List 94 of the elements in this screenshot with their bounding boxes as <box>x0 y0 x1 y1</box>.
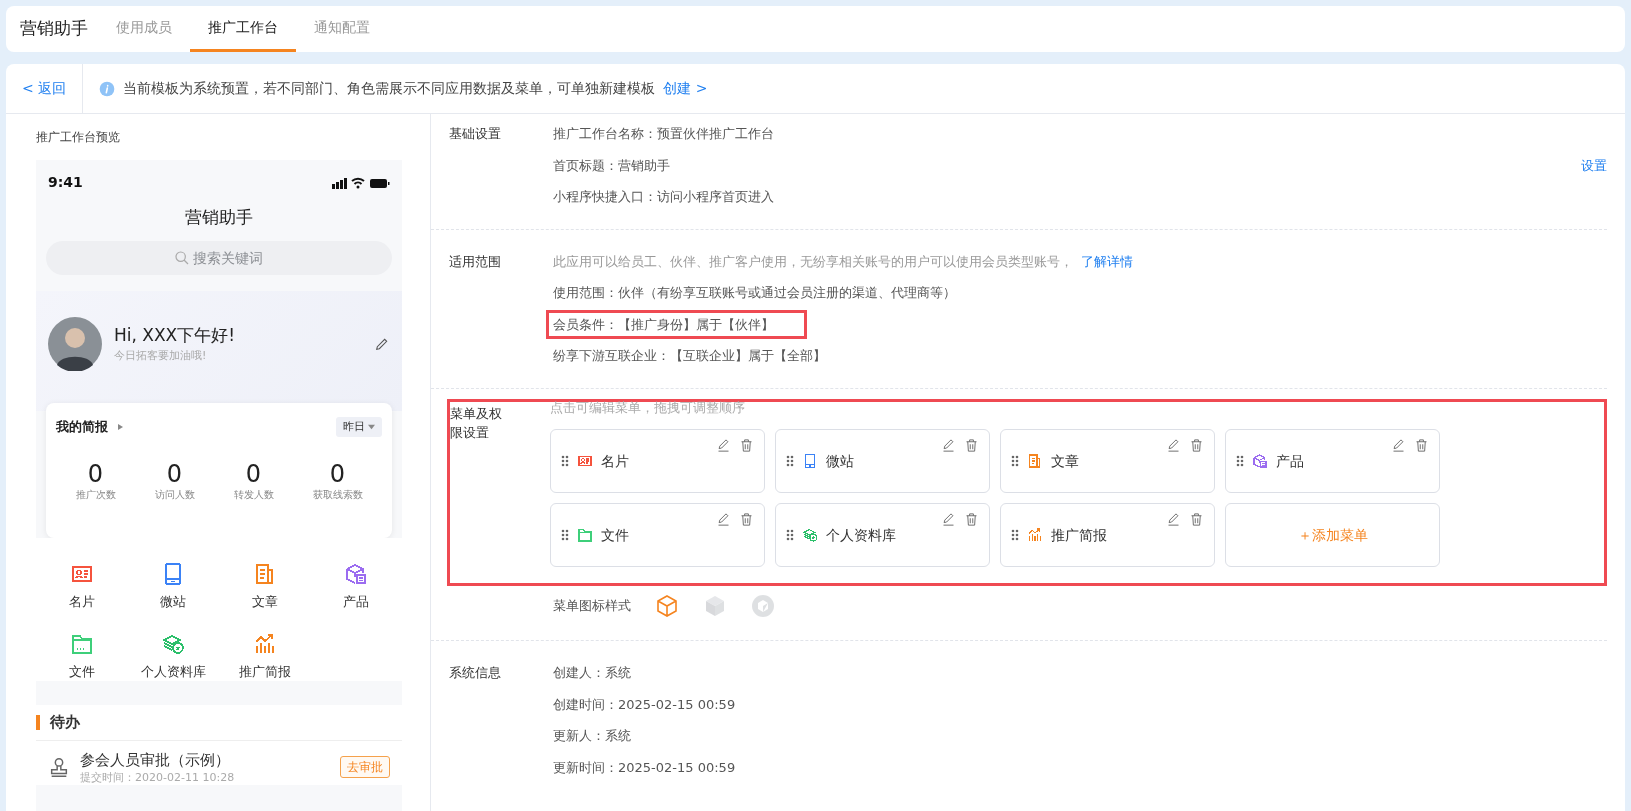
greeting-text: Hi, XXX下午好! <box>114 323 237 347</box>
stamp-icon <box>48 755 70 778</box>
menu-label: 文件 <box>68 662 95 681</box>
drag-handle-icon <box>1011 455 1019 467</box>
back-link[interactable]: < 返回 <box>6 64 84 113</box>
settings-link[interactable]: 设置 <box>1581 155 1607 175</box>
menu-card[interactable]: 微站 <box>775 429 990 493</box>
section-title: 基础设置 <box>449 125 502 143</box>
stat-label: 获取线索数 <box>312 488 363 503</box>
menu-card[interactable]: 产品 <box>1225 429 1440 493</box>
info-icon <box>99 80 116 97</box>
section-title: 适用范围 <box>449 252 502 271</box>
menu-card[interactable]: 名片 <box>550 429 765 493</box>
stat-label: 推广次数 <box>75 488 116 503</box>
menu-card-label: 文章 <box>1051 451 1079 471</box>
trash-icon[interactable] <box>1414 438 1429 453</box>
setting-text: 小程序快捷入口：访问小程序首页进入 <box>553 188 774 206</box>
app-title: 营销助手 <box>20 17 88 41</box>
info-text: 创建时间：2025-02-15 00:59 <box>553 695 737 714</box>
avatar <box>48 316 102 371</box>
trash-icon[interactable] <box>739 512 754 527</box>
stat-value: 0 <box>86 461 105 488</box>
notice-text: 当前模板为系统预置，若不同部门、角色需展示不同应用数据及菜单，可单独新建模板 <box>123 79 656 98</box>
trash-icon[interactable] <box>964 438 979 453</box>
menu-card[interactable]: 个人资料库 <box>775 503 990 567</box>
period-dropdown[interactable]: 昨日 <box>335 416 382 437</box>
stat-value: 0 <box>165 461 184 488</box>
scope-hint: 此应用可以给员工、伙伴、推广客户使用，无纷享相关账号的用户可以使用会员类型账号， <box>553 253 1073 269</box>
create-link[interactable]: 创建 > <box>663 78 708 99</box>
trash-icon[interactable] <box>1189 512 1204 527</box>
menu-card-label: 微站 <box>826 451 854 471</box>
menu-label: 个人资料库 <box>140 662 206 681</box>
menu-card[interactable]: 推广简报 <box>1000 503 1215 567</box>
trash-icon[interactable] <box>1189 438 1204 453</box>
menu-label: 名片 <box>68 593 95 612</box>
menu-card-label: 产品 <box>1276 451 1304 471</box>
preview-label: 推广工作台预览 <box>36 129 121 146</box>
info-text: 创建人：系统 <box>553 664 632 682</box>
setting-text: 推广工作台名称：预置伙伴推广工作台 <box>553 125 774 143</box>
trash-icon[interactable] <box>739 438 754 453</box>
icon-style-label: 菜单图标样式 <box>553 597 631 616</box>
edit-icon[interactable] <box>941 438 956 453</box>
trash-icon[interactable] <box>964 512 979 527</box>
app-page-title: 营销助手 <box>184 206 254 229</box>
status-icons-drawing <box>332 176 390 189</box>
menu-label: 文章 <box>251 593 278 612</box>
stat-label: 访问人数 <box>154 488 195 503</box>
stat-value: 0 <box>328 461 347 488</box>
setting-text: 使用范围：伙伴（有纷享互联账号或通过会员注册的渠道、代理商等） <box>553 284 956 302</box>
todo-item-title: 参会人员审批（示例） <box>80 749 231 771</box>
tab[interactable]: 推广工作台 <box>190 6 296 52</box>
edit-icon[interactable] <box>941 512 956 527</box>
todo-item-time: 提交时间：2020-02-11 10:28 <box>80 771 236 785</box>
edit-icon[interactable] <box>1391 438 1406 453</box>
edit-icon[interactable] <box>1166 512 1181 527</box>
drag-handle-icon <box>561 455 569 467</box>
drag-handle-icon <box>786 529 794 541</box>
edit-icon[interactable] <box>716 438 731 453</box>
outline-cube-icon[interactable] <box>655 594 679 618</box>
search-icon <box>174 249 190 266</box>
menu-hint: 点击可编辑菜单，拖拽可调整顺序 <box>550 398 746 417</box>
drag-handle-icon <box>1236 455 1244 467</box>
menu-label: 产品 <box>343 593 370 612</box>
caret-icon <box>368 423 375 430</box>
stat-value: 0 <box>244 461 263 488</box>
setting-text: 会员条件：【推广身份】属于【伙伴】 <box>553 316 774 332</box>
drag-handle-icon <box>561 529 569 541</box>
menu-label: 推广简报 <box>238 662 291 681</box>
menu-card-label: 文件 <box>601 525 629 545</box>
section-marker <box>36 715 40 731</box>
info-text: 更新时间：2025-02-15 00:59 <box>553 758 737 777</box>
edit-icon[interactable] <box>716 512 731 527</box>
greeting-subtitle: 今日拓客要加油哦! <box>114 348 208 364</box>
details-link[interactable]: 了解详情 <box>1081 253 1133 269</box>
setting-text: 纷享下游互联企业：【互联企业】属于【全部】 <box>553 347 826 365</box>
section-title: 菜单及权限设置 <box>450 404 503 442</box>
setting-text: 首页标题：营销助手 <box>553 156 670 175</box>
menu-card[interactable]: 文件 <box>550 503 765 567</box>
todo-title: 待办 <box>50 712 80 734</box>
caret-icon <box>116 422 124 431</box>
report-title: 我的简报 <box>56 418 108 436</box>
drag-handle-icon <box>1011 529 1019 541</box>
menu-card[interactable]: 文章 <box>1000 429 1215 493</box>
menu-card-label: 个人资料库 <box>826 525 896 545</box>
search-field[interactable]: 搜索关键词 <box>46 240 392 275</box>
drag-handle-icon <box>786 455 794 467</box>
edit-icon[interactable] <box>1166 438 1181 453</box>
info-text: 更新人：系统 <box>553 727 632 745</box>
menu-card-label: 名片 <box>601 451 629 471</box>
menu-card-label: 推广简报 <box>1051 525 1107 545</box>
stat-label: 转发人数 <box>233 488 274 503</box>
section-title: 系统信息 <box>449 664 502 682</box>
menu-label: 微站 <box>160 593 187 612</box>
status-time: 9:41 <box>48 173 83 192</box>
